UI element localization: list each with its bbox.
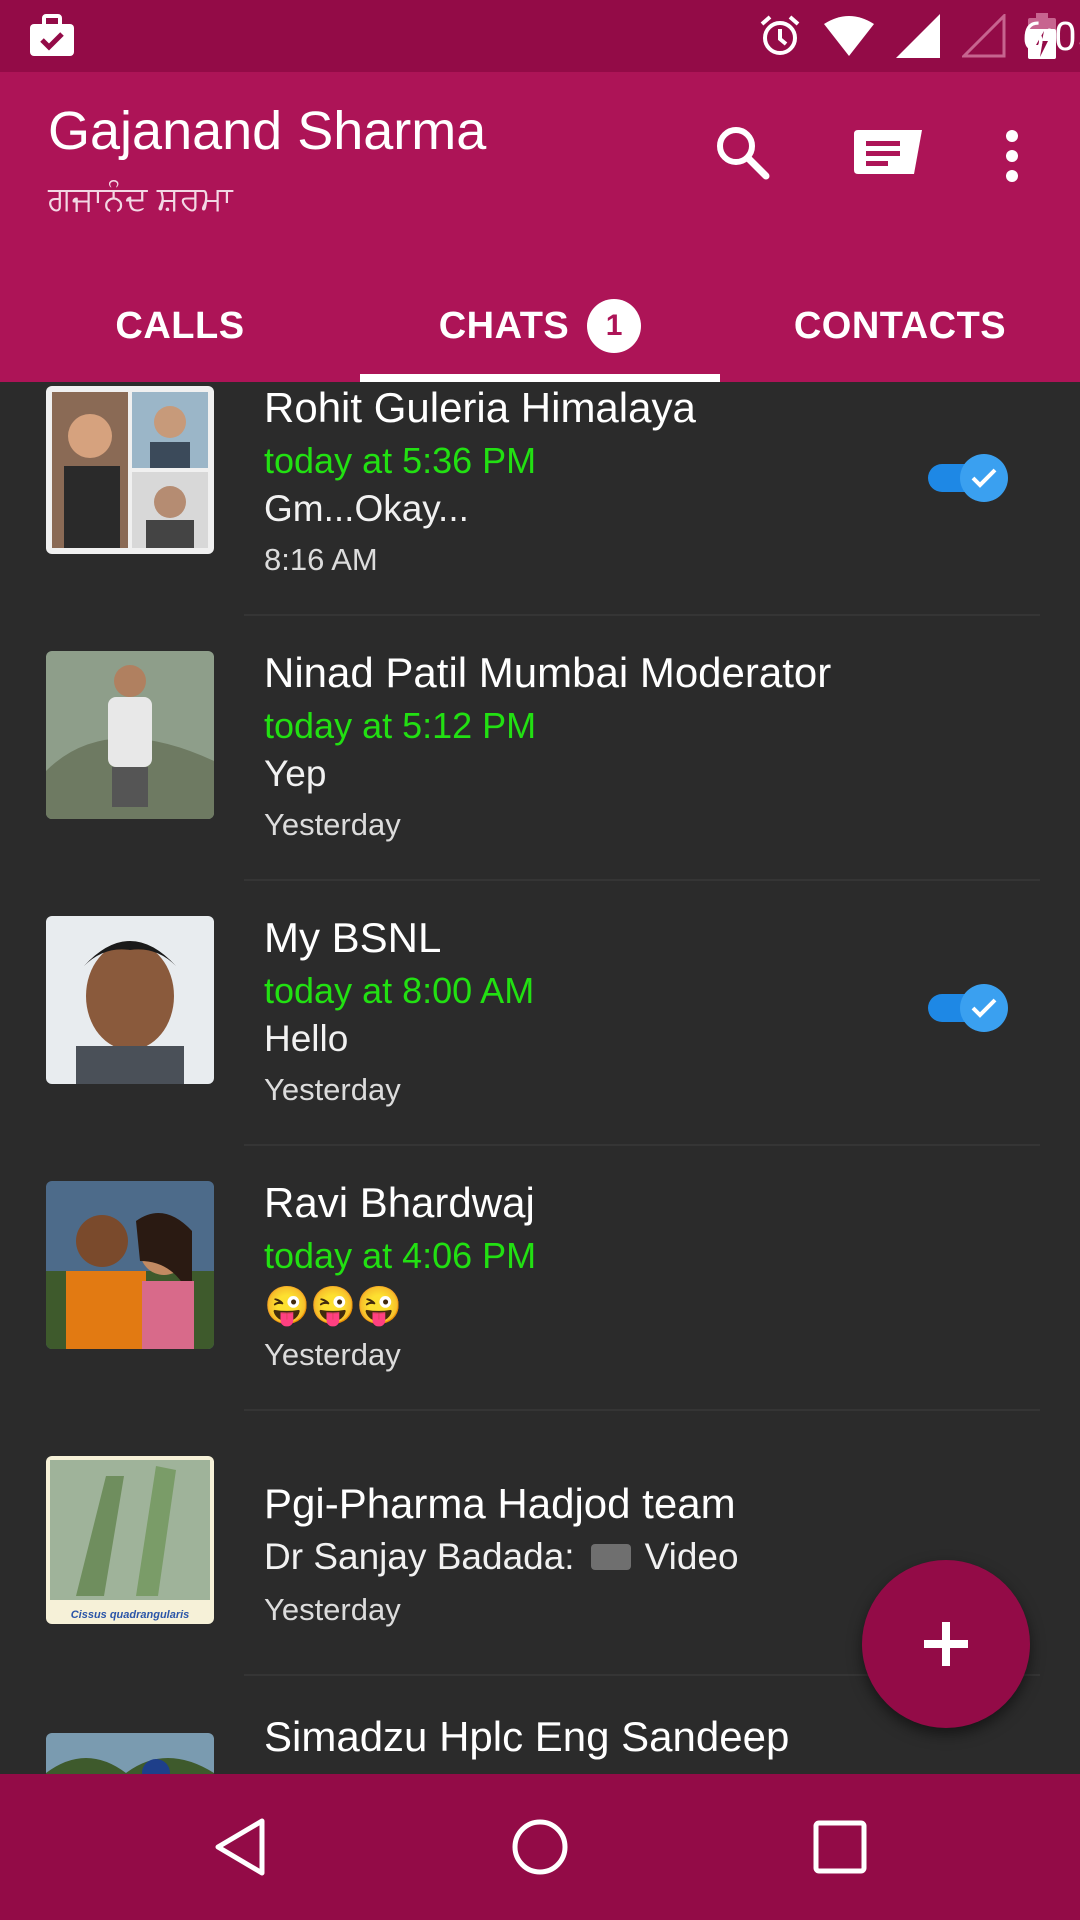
app-bar: Gajanand Sharma ਗਜਾਨੰਦ ਸ਼ਰਮਾ CALLS CHATS… — [0, 72, 1080, 382]
chat-name: Ninad Patil Mumbai Moderator — [264, 649, 832, 696]
divider — [244, 614, 1040, 616]
chat-time: Yesterday — [264, 1337, 401, 1372]
back-button[interactable] — [170, 1774, 310, 1920]
page-title: Gajanand Sharma — [48, 101, 487, 161]
alarm-icon — [760, 15, 800, 55]
chat-last-message: Gm...Okay... — [264, 488, 469, 529]
back-icon — [215, 1818, 265, 1876]
navigation-bar — [0, 1774, 1080, 1920]
avatar[interactable] — [46, 1733, 214, 1774]
chat-time: Yesterday — [264, 807, 401, 842]
avatar[interactable] — [46, 651, 214, 819]
divider — [244, 1409, 1040, 1411]
chat-status: today at 4:06 PM — [264, 1235, 537, 1276]
chat-name: Pgi-Pharma Hadjod team — [264, 1480, 736, 1527]
search-icon[interactable] — [714, 124, 770, 180]
divider — [244, 1144, 1040, 1146]
avatar[interactable] — [46, 916, 214, 1084]
chat-toggle[interactable] — [928, 984, 1008, 1032]
chat-time: Yesterday — [264, 1592, 401, 1627]
tab-indicator — [360, 374, 720, 382]
page-subtitle: ਗਜਾਨੰਦ ਸ਼ਰਮਾ — [48, 180, 233, 218]
chat-row[interactable]: Rohit Guleria Himalaya today at 5:36 PM … — [0, 382, 1080, 637]
tab-contacts-label: CONTACTS — [793, 304, 1007, 347]
new-message-icon[interactable] — [854, 130, 922, 178]
avatar[interactable] — [46, 1181, 214, 1349]
chat-last-message: Dr Sanjay Badada: Video — [264, 1536, 739, 1577]
tab-calls[interactable]: CALLS — [0, 270, 360, 382]
chat-row[interactable]: Ravi Bhardwaj today at 4:06 PM 😜😜😜 Yeste… — [0, 1167, 1080, 1432]
status-icons: 6:05 — [758, 0, 1080, 72]
tab-bar: CALLS CHATS 1 CONTACTS — [0, 270, 1080, 382]
recents-icon — [813, 1820, 867, 1874]
chat-time: Yesterday — [264, 1072, 401, 1107]
chat-name: Simadzu Hplc Eng Sandeep — [264, 1713, 790, 1760]
tab-chats[interactable]: CHATS 1 — [360, 270, 720, 382]
chat-last-message: 😜😜😜 — [264, 1285, 403, 1326]
check-icon — [971, 468, 997, 488]
signal-icon — [896, 14, 940, 58]
home-button[interactable] — [470, 1774, 610, 1920]
avatar-caption: Cissus quadrangularis — [71, 1609, 190, 1621]
chat-name: Ravi Bhardwaj — [264, 1179, 535, 1226]
recents-button[interactable] — [770, 1774, 910, 1920]
chat-status: today at 5:36 PM — [264, 440, 537, 481]
avatar[interactable] — [46, 386, 214, 554]
chat-row[interactable]: Ninad Patil Mumbai Moderator today at 5:… — [0, 637, 1080, 902]
status-bar: 6:05 — [0, 0, 1080, 72]
briefcase-check-icon — [30, 14, 74, 56]
chat-status: today at 8:00 AM — [264, 970, 535, 1011]
signal-empty-icon — [962, 14, 1006, 58]
new-chat-fab[interactable] — [862, 1560, 1030, 1728]
divider — [244, 879, 1040, 881]
tab-contacts[interactable]: CONTACTS — [720, 270, 1080, 382]
check-icon — [971, 998, 997, 1018]
video-icon — [590, 1544, 631, 1570]
chat-row[interactable]: My BSNL today at 8:00 AM Hello Yesterday — [0, 902, 1080, 1167]
chat-name: My BSNL — [264, 914, 442, 961]
chat-last-message: Yep — [264, 753, 327, 794]
clock: 6:05 — [1022, 12, 1080, 60]
chat-time: 8:16 AM — [264, 542, 378, 577]
chat-status: today at 5:12 PM — [264, 705, 537, 746]
more-options-icon[interactable] — [1000, 128, 1024, 184]
avatar[interactable]: Cissus quadrangularis — [46, 1456, 214, 1624]
chat-toggle[interactable] — [928, 454, 1008, 502]
tab-chats-label: CHATS — [438, 304, 570, 347]
home-icon — [512, 1819, 568, 1875]
chat-last-message: Hello — [264, 1018, 349, 1059]
chat-name: Rohit Guleria Himalaya — [264, 384, 696, 431]
plus-icon — [924, 1622, 968, 1666]
unread-count-badge: 1 — [587, 299, 642, 353]
tab-calls-label: CALLS — [115, 304, 245, 347]
wifi-icon — [824, 16, 874, 56]
